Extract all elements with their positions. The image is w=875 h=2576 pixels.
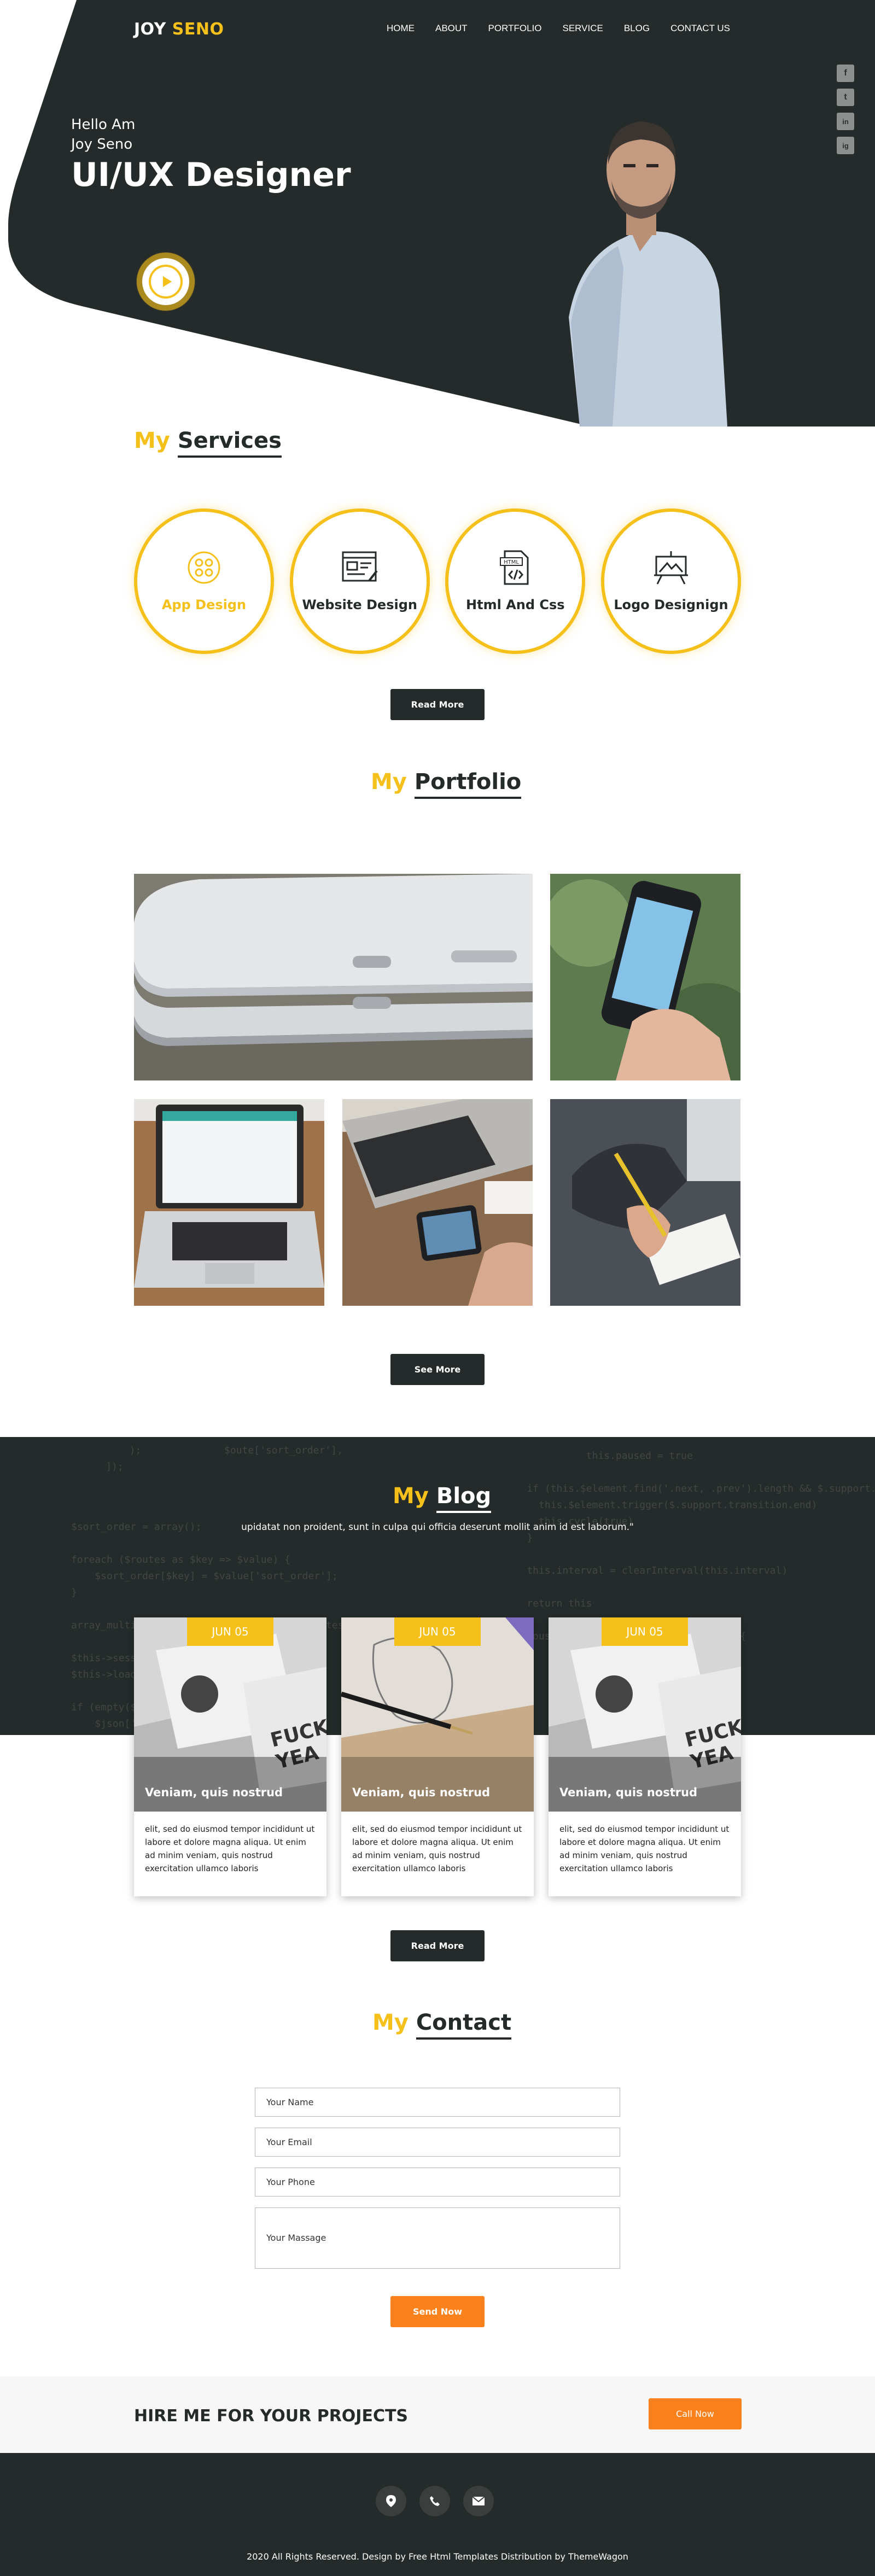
easel-icon [654, 551, 688, 585]
instagram-icon[interactable]: ig [837, 137, 854, 154]
blog-date-badge: JUN 05 [187, 1617, 273, 1646]
play-icon [162, 276, 172, 287]
portfolio-item-phones[interactable] [134, 874, 533, 1080]
blog-card-title[interactable]: Veniam, quis nostrud [145, 1786, 283, 1799]
portfolio-heading: My Portfolio [371, 769, 522, 799]
services-list: App Design Website Design HTML Html And … [134, 509, 741, 654]
nav-contact[interactable]: CONTACT US [670, 23, 730, 34]
hero-section: JOY SENO HOME ABOUT PORTFOLIO SERVICE BL… [0, 0, 875, 427]
portfolio-see-more-button[interactable]: See More [390, 1354, 485, 1385]
call-now-button[interactable]: Call Now [649, 2398, 742, 2429]
linkedin-icon[interactable]: in [837, 113, 854, 130]
hero-greeting: Hello Am Joy Seno [71, 115, 135, 154]
service-label: Logo Designign [614, 597, 728, 612]
mail-icon[interactable] [463, 2486, 494, 2516]
blog-read-more-button[interactable]: Read More [390, 1930, 485, 1961]
phone-icon[interactable] [419, 2486, 450, 2516]
blog-card[interactable]: FUCK YEA JUN 05 Veniam, quis nostrud eli… [549, 1617, 741, 1896]
portfolio-item-iphone[interactable] [550, 874, 740, 1080]
svg-text:HTML: HTML [504, 559, 519, 565]
copyright-text: 2020 All Rights Reserved. Design by Free… [247, 2551, 628, 2562]
blog-card-image: FUCK YEA [549, 1617, 741, 1812]
browser-layout-icon [342, 551, 378, 582]
portfolio-item-laptop[interactable] [134, 1099, 324, 1306]
twitter-icon[interactable]: t [837, 89, 854, 106]
blog-card-text: elit, sed do eiusmod tempor incididunt u… [352, 1824, 522, 1873]
portfolio-item-desk[interactable] [342, 1099, 533, 1306]
desk-image [342, 1099, 533, 1306]
blog-card[interactable]: FUCK YEA JUN 05 Veniam, quis nostrud eli… [134, 1617, 326, 1896]
contact-heading: My Contact [372, 2010, 512, 2040]
blog-card-image [341, 1617, 534, 1812]
portfolio-item-writing[interactable] [550, 1099, 740, 1306]
nav-home[interactable]: HOME [387, 23, 415, 34]
main-nav: HOME ABOUT PORTFOLIO SERVICE BLOG CONTAC… [387, 23, 730, 34]
app-grid-icon [188, 551, 220, 584]
blog-card-text: elit, sed do eiusmod tempor incididunt u… [559, 1824, 730, 1873]
hero-portrait [569, 121, 727, 427]
service-label: Html And Css [466, 597, 565, 612]
iphone-image [550, 874, 740, 1080]
service-website-design[interactable]: Website Design [289, 509, 430, 654]
footer-contact-icons [376, 2486, 494, 2516]
email-field[interactable] [255, 2128, 620, 2157]
hero-line2: Joy Seno [71, 136, 133, 153]
blog-card-image: FUCK YEA [134, 1617, 326, 1812]
blog-card-text: elit, sed do eiusmod tempor incididunt u… [145, 1824, 315, 1873]
html-file-icon: HTML [500, 550, 529, 585]
service-html-css[interactable]: HTML Html And Css [445, 509, 586, 654]
blog-subtitle: upidatat non proident, sunt in culpa qui… [241, 1522, 634, 1533]
nav-service[interactable]: SERVICE [562, 23, 603, 34]
blog-card[interactable]: JUN 05 Veniam, quis nostrud elit, sed do… [341, 1617, 534, 1896]
nav-about[interactable]: ABOUT [435, 23, 468, 34]
blog-card-title[interactable]: Veniam, quis nostrud [559, 1786, 697, 1799]
play-video-button[interactable] [142, 258, 189, 305]
name-field[interactable] [255, 2088, 620, 2117]
service-logo-design[interactable]: Logo Designign [600, 509, 741, 654]
hire-text: HIRE ME FOR YOUR PROJECTS [134, 2406, 409, 2426]
blog-date-badge: JUN 05 [394, 1617, 481, 1646]
phones-image [134, 874, 533, 1080]
hero-title: UI/UX Designer [71, 156, 351, 194]
nav-blog[interactable]: BLOG [624, 23, 650, 34]
footer: 2020 All Rights Reserved. Design by Free… [0, 2453, 875, 2576]
service-label: App Design [161, 597, 247, 612]
send-now-button[interactable]: Send Now [390, 2296, 485, 2327]
service-label: Website Design [302, 597, 417, 612]
hire-banner: HIRE ME FOR YOUR PROJECTS Call Now [0, 2376, 875, 2453]
writing-image [550, 1099, 740, 1306]
social-links: f t in ig [837, 65, 854, 154]
service-app-design[interactable]: App Design [134, 509, 274, 654]
blog-card-title[interactable]: Veniam, quis nostrud [352, 1786, 490, 1799]
site-logo[interactable]: JOY SENO [134, 20, 224, 39]
services-heading: My Services [134, 428, 282, 458]
laptop-image [134, 1099, 324, 1306]
message-field[interactable] [255, 2207, 620, 2269]
facebook-icon[interactable]: f [837, 65, 854, 82]
nav-portfolio[interactable]: PORTFOLIO [488, 23, 542, 34]
map-pin-icon[interactable] [376, 2486, 406, 2516]
phone-field[interactable] [255, 2168, 620, 2197]
hero-line1: Hello Am [71, 116, 136, 133]
blog-date-badge: JUN 05 [602, 1617, 688, 1646]
hero-background [8, 0, 875, 427]
services-read-more-button[interactable]: Read More [390, 689, 485, 720]
blog-heading: My Blog [393, 1483, 492, 1513]
